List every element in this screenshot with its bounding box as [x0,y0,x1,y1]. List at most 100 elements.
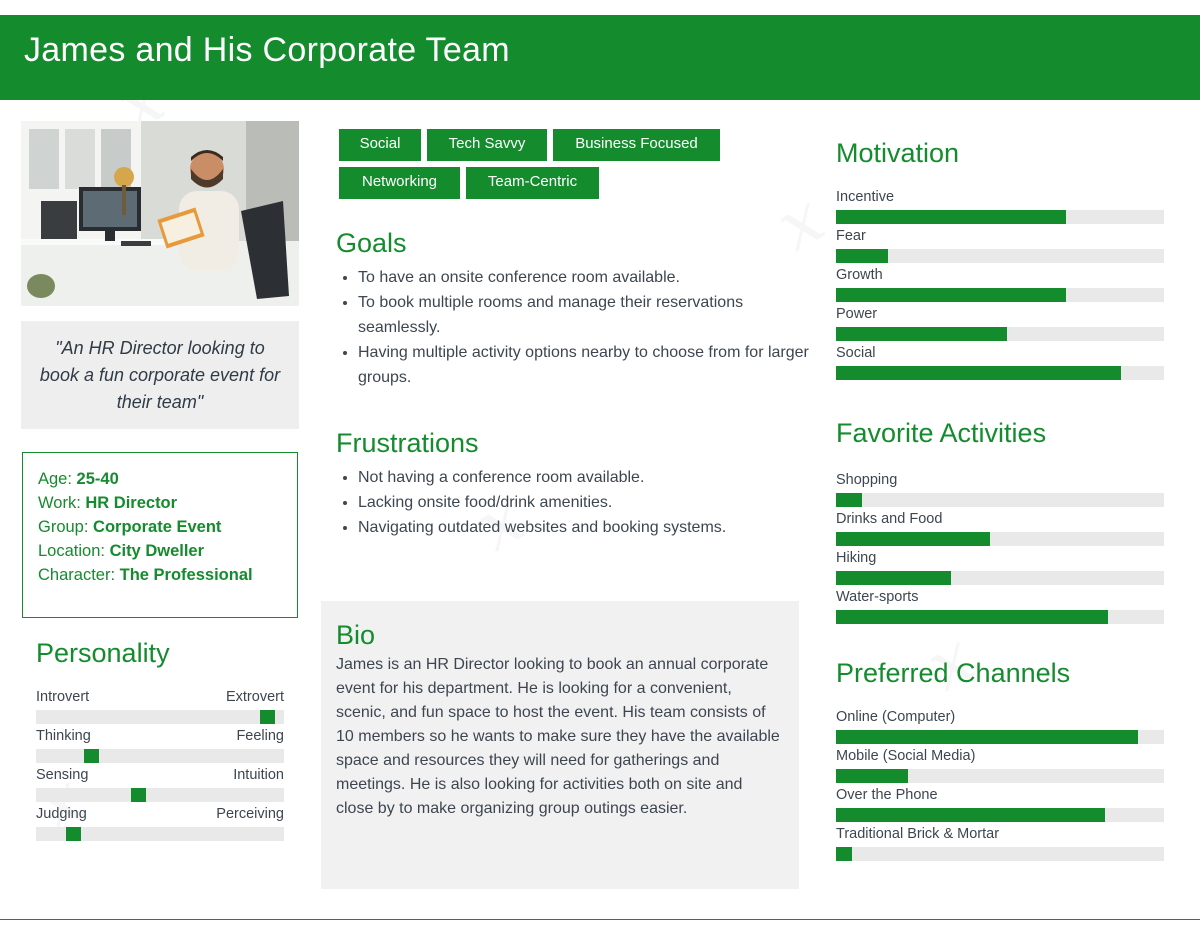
goals-title: Goals [336,228,407,258]
scale-marker [130,788,146,802]
activity-bar-row: Water-sports [836,589,1164,624]
motivation-bar-track [836,288,1164,302]
activity-bar-track [836,532,1164,546]
scale-left-label: Thinking [36,728,91,744]
tag-team-centric: Team-Centric [466,167,599,199]
channel-bar-fill [836,847,853,861]
motivation-bar-label: Social [836,345,876,361]
activity-bar-track [836,571,1164,585]
activity-bar-label: Hiking [836,550,877,566]
scale-track [36,710,284,724]
scale-labels: Sensing Intuition [36,767,284,783]
channel-bar-row: Online (Computer) [836,709,1164,744]
list-item: Not having a conference room available. [358,465,813,490]
motivation-bar-fill [836,288,1066,302]
motivation-bar-fill [836,249,889,263]
persona-photo [21,121,299,306]
list-item: Lacking onsite food/drink amenities. [358,490,813,515]
motivation-bar-row: Growth [836,267,1164,302]
channel-bar-label: Traditional Brick & Mortar [836,826,1000,842]
activities-title: Favorite Activities [836,418,1047,448]
motivation-bar-label: Power [836,306,878,322]
channel-bar-label: Over the Phone [836,787,938,803]
scale-right-label: Feeling [236,728,284,744]
persona-quote: "An HR Director looking to book a fun co… [21,321,299,429]
scale-marker [83,749,99,763]
channel-bar-fill [836,808,1105,822]
motivation-bar-fill [836,210,1066,224]
activity-bar-label: Drinks and Food [836,511,943,527]
scale-right-label: Intuition [233,767,284,783]
scale-left-label: Judging [36,806,87,822]
motivation-bar-track [836,210,1164,224]
channel-bar-track [836,808,1164,822]
motivation-bar-row: Power [836,306,1164,341]
activity-bar-fill [836,610,1109,624]
tag-social: Social [339,129,421,161]
info-character: Character: The Professional [38,566,253,584]
tag-networking: Networking [339,167,460,199]
goals-list: To have an onsite conference room availa… [338,265,813,390]
scale-left-label: Introvert [36,689,90,705]
personality-scale: Judging Perceiving [36,806,284,841]
channel-bar-label: Online (Computer) [836,709,956,725]
bio-title: Bio [336,620,376,650]
channel-bar-track [836,730,1164,744]
personality-title: Personality [36,638,170,668]
activity-bar-fill [836,571,951,585]
bio-text: James is an HR Director looking to book … [336,656,780,817]
channel-bar-fill [836,730,1138,744]
info-work: Work: HR Director [38,494,178,512]
motivation-bar-row: Incentive [836,189,1164,224]
activity-bar-row: Drinks and Food [836,511,1164,546]
channel-bar-row: Mobile (Social Media) [836,748,1164,783]
channel-bar-row: Over the Phone [836,787,1164,822]
activity-bar-row: Shopping [836,472,1164,507]
scale-marker [66,827,82,841]
channel-bar-fill [836,769,909,783]
motivation-bar-track [836,249,1164,263]
scale-marker [259,710,275,724]
channel-bar-track [836,769,1164,783]
motivation-bar-fill [836,327,1007,341]
activity-bar-label: Shopping [836,472,898,488]
scale-labels: Judging Perceiving [36,806,284,822]
motivation-bar-row: Social [836,345,1164,380]
header-bar: James and His Corporate Team [0,15,1200,100]
scale-labels: Thinking Feeling [36,728,284,744]
bio-panel: Bio James is an HR Director looking to b… [321,601,799,889]
scale-left-label: Sensing [36,767,89,783]
tag-business-focused: Business Focused [553,129,720,161]
activity-bar-row: Hiking [836,550,1164,585]
scale-track [36,788,284,802]
channel-bar-row: Traditional Brick & Mortar [836,826,1164,861]
personality-scale: Sensing Intuition [36,767,284,802]
info-location: Location: City Dweller [38,542,205,560]
scale-track [36,827,284,841]
motivation-bar-fill [836,366,1122,380]
scale-right-label: Extrovert [225,689,284,705]
motivation-title: Motivation [836,138,960,168]
channel-bar-label: Mobile (Social Media) [836,748,976,764]
scale-labels: Introvert Extrovert [36,689,284,705]
channels-title: Preferred Channels [836,658,1071,688]
list-item: To have an onsite conference room availa… [358,265,813,290]
motivation-bar-label: Fear [836,228,866,244]
motivation-bar-label: Growth [836,267,883,283]
scale-right-label: Perceiving [216,806,284,822]
list-item: Navigating outdated websites and booking… [358,515,813,540]
motivation-bar-row: Fear [836,228,1164,263]
activity-bar-fill [836,532,991,546]
personality-scale: Thinking Feeling [36,728,284,763]
page-title: James and His Corporate Team [24,31,510,69]
activity-bar-label: Water-sports [836,589,919,605]
activity-bar-track [836,610,1164,624]
list-item: To book multiple rooms and manage their … [358,290,813,340]
channel-bar-track [836,847,1164,861]
persona-info-box: Age: 25-40 Work: HR Director Group: Corp… [22,452,298,618]
scale-track [36,749,284,763]
motivation-bar-label: Incentive [836,189,895,205]
list-item: Having multiple activity options nearby … [358,340,813,390]
frustrations-title: Frustrations [336,428,479,458]
activity-bar-fill [836,493,863,507]
